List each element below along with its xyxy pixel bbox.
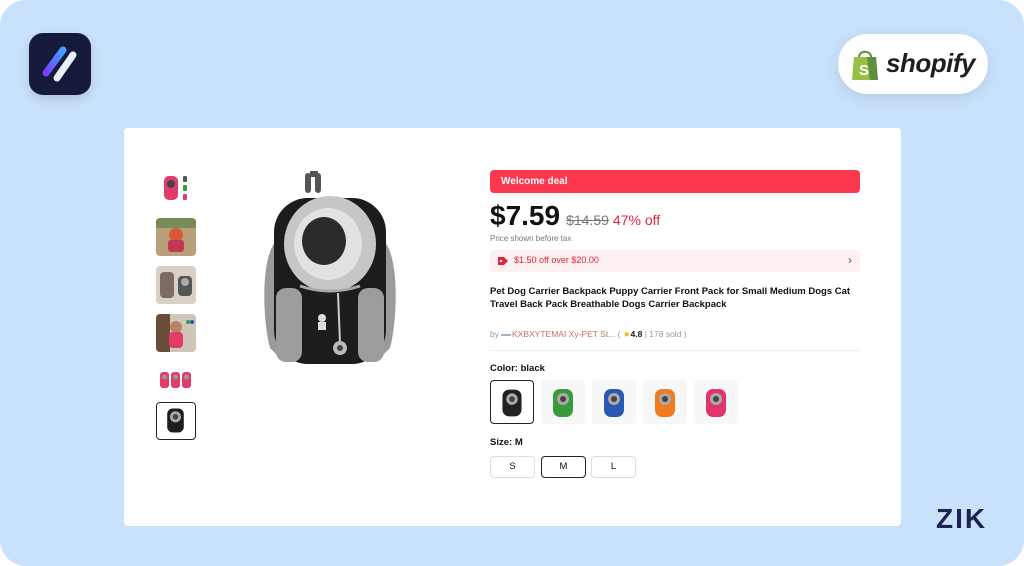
color-swatch-blue[interactable] — [592, 380, 636, 424]
size-option-m[interactable]: M — [541, 456, 586, 478]
thumbnail-3[interactable] — [156, 266, 196, 304]
current-price: $7.59 — [490, 200, 561, 231]
star-icon: ★ — [622, 329, 631, 339]
product-card: Welcome deal $7.59 $14.59 47% off Price sh… — [124, 128, 901, 526]
color-swatch-black[interactable] — [490, 380, 534, 424]
thumbnail-5[interactable] — [156, 362, 196, 400]
coupon-banner[interactable]: $1.50 off over $20.00 › — [490, 250, 860, 272]
welcome-deal-badge: Welcome deal — [490, 170, 860, 193]
shopify-logo: S shopify — [838, 34, 988, 94]
coupon-tag-icon — [498, 257, 508, 265]
store-icon — [500, 333, 511, 336]
seller-info: by KXBXYTEMAI Xy-PET St... ( ★4.8 | 178 s… — [490, 329, 687, 340]
shopify-wordmark: shopify — [886, 48, 975, 78]
zik-watermark: ZIK — [936, 503, 988, 534]
thumbnail-2[interactable] — [156, 218, 196, 256]
app-logo-icon — [29, 33, 91, 95]
rating-open: ( — [617, 329, 621, 339]
color-swatch-orange[interactable] — [643, 380, 687, 424]
size-selected-value: M — [514, 437, 523, 448]
coupon-text: $1.50 off over $20.00 — [514, 255, 599, 265]
shopify-bag-icon: S — [852, 50, 878, 80]
rating-value: 4.8 — [630, 329, 643, 339]
sold-count: | 178 sold ) — [644, 329, 687, 339]
seller-by-label: by — [490, 329, 499, 339]
seller-store-link[interactable]: KXBXYTEMAI Xy-PET St... — [512, 329, 615, 339]
tax-note: Price shown before tax — [490, 234, 572, 243]
discount-percent: 47% off — [612, 212, 661, 228]
product-title: Pet Dog Carrier Backpack Puppy Carrier F… — [490, 286, 851, 310]
original-price: $14.59 — [566, 212, 609, 228]
color-selected-value: black — [520, 363, 545, 374]
size-option-s[interactable]: S — [490, 456, 535, 478]
color-swatch-pink[interactable] — [694, 380, 738, 424]
size-option-l[interactable]: L — [591, 456, 636, 478]
size-label: Size: M — [490, 437, 523, 448]
svg-text:S: S — [859, 62, 869, 79]
background-frame: S shopify Welcome deal $7.59 $14.59 47% … — [0, 0, 1024, 566]
color-swatch-green[interactable] — [541, 380, 585, 424]
chevron-right-icon: › — [848, 253, 852, 267]
divider — [490, 350, 860, 351]
price-row: $7.59 $14.59 47% off — [490, 200, 660, 234]
thumbnail-6[interactable] — [156, 402, 196, 440]
product-main-image — [264, 171, 396, 364]
color-label: Color: black — [490, 363, 545, 374]
thumbnail-1[interactable] — [156, 170, 196, 208]
thumbnail-4[interactable] — [156, 314, 196, 352]
color-label-text: Color: — [490, 363, 518, 374]
size-label-text: Size: — [490, 437, 513, 448]
